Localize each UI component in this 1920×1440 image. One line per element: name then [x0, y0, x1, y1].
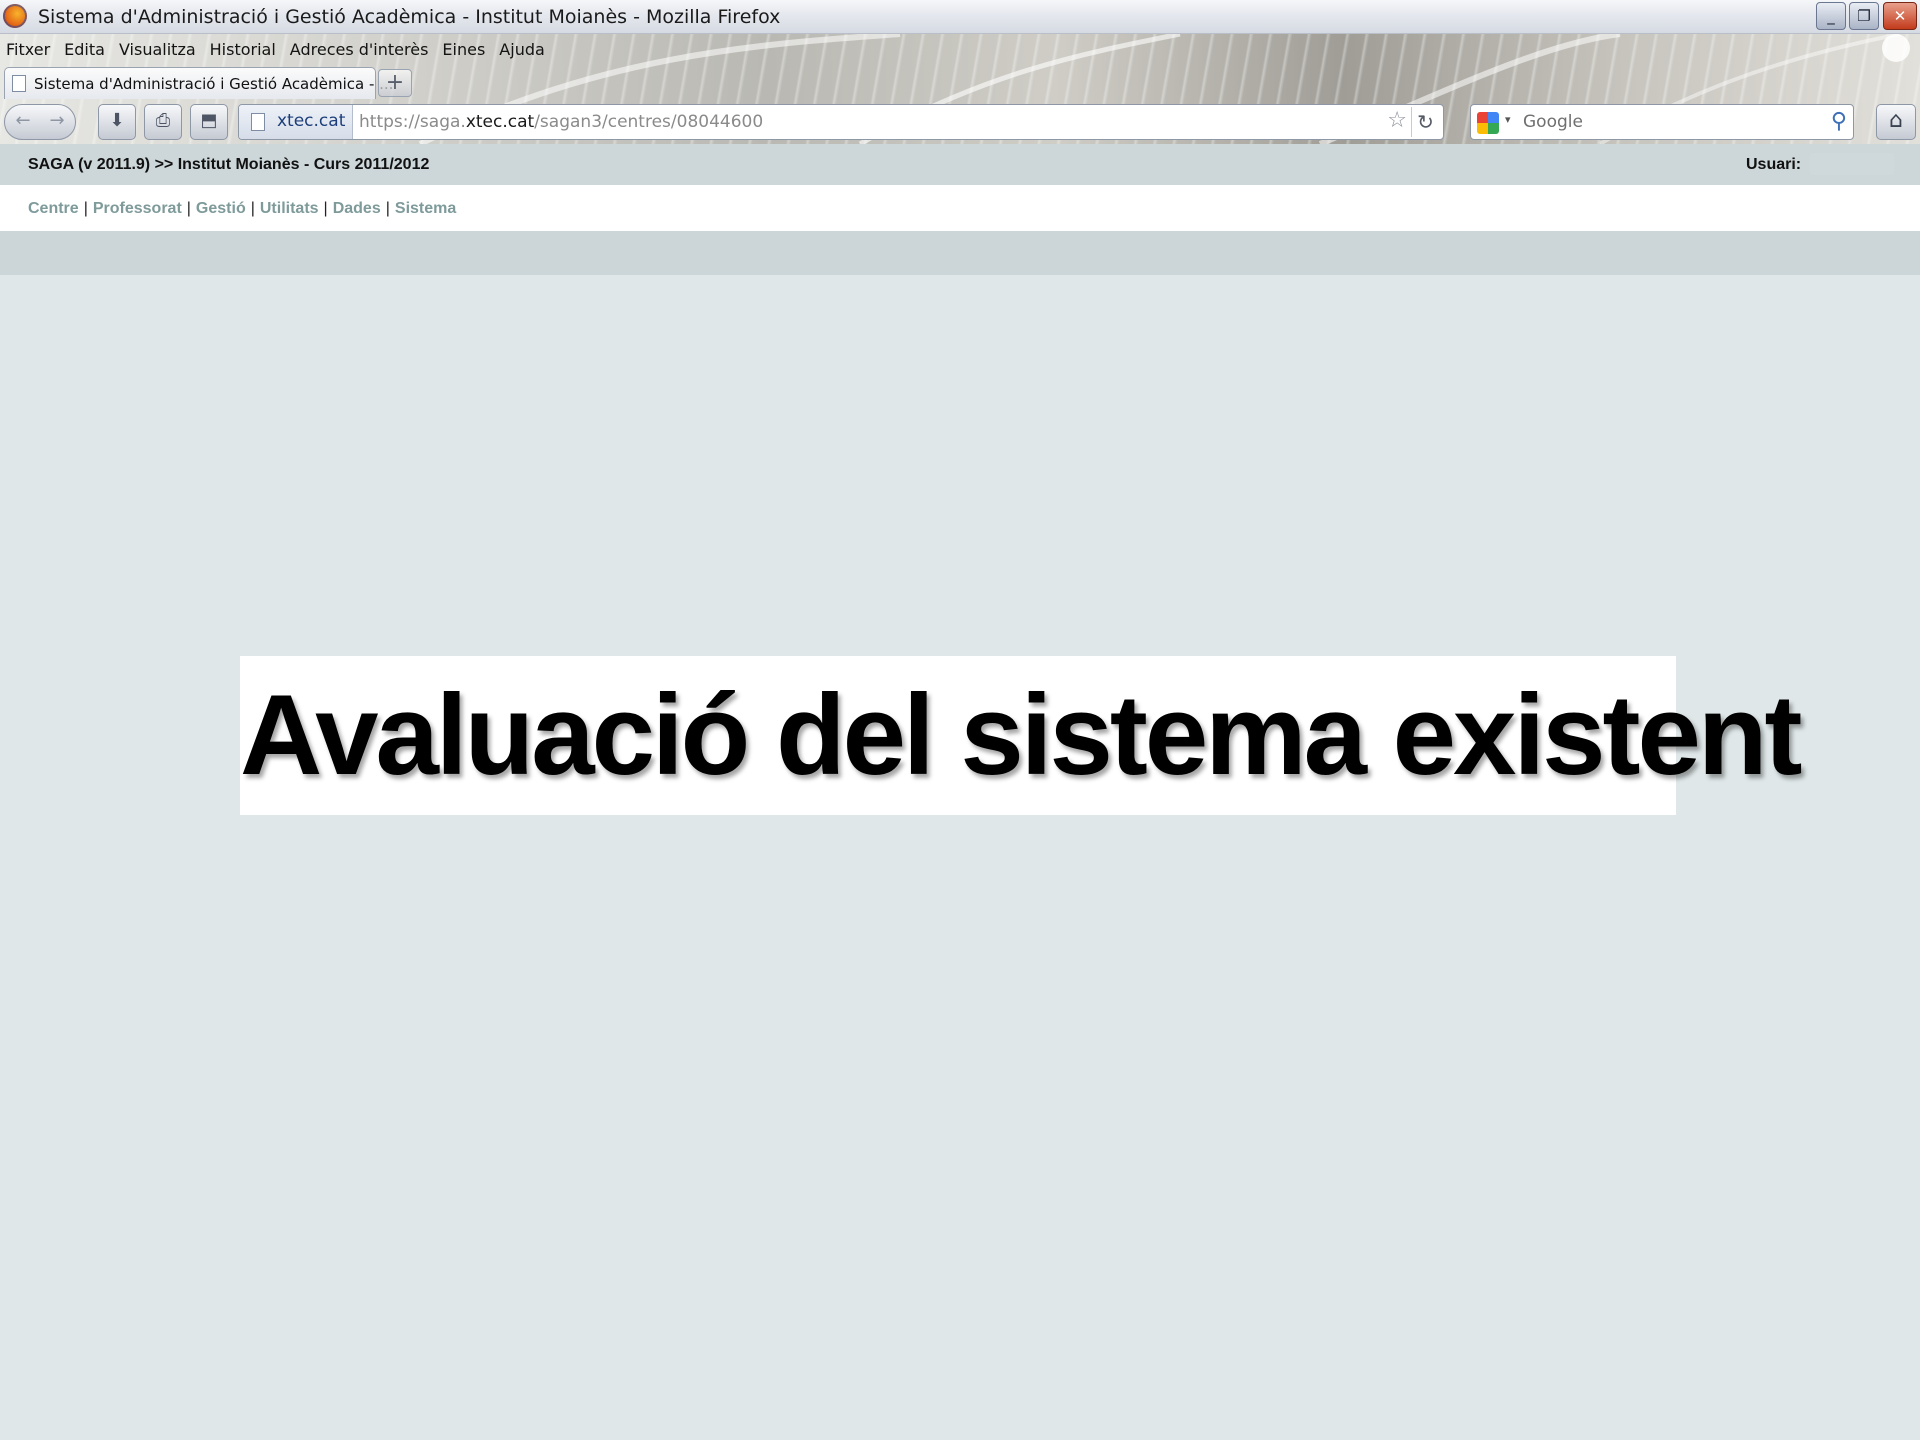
window-titlebar: Sistema d'Administració i Gestió Acadèmi…: [0, 0, 1920, 34]
menu-visualitza[interactable]: Visualitza: [113, 38, 204, 62]
site-identity-button[interactable]: xtec.cat: [239, 105, 353, 139]
browser-tab-active[interactable]: Sistema d'Administració i Gestió Acadèmi…: [4, 67, 393, 99]
nav-separator: |: [323, 200, 328, 217]
menu-fitxer[interactable]: Fitxer: [0, 38, 58, 62]
forward-button[interactable]: →: [40, 105, 74, 137]
bookmark-star-icon[interactable]: ☆: [1387, 108, 1407, 133]
print-icon[interactable]: ⎙: [144, 104, 182, 140]
nav-separator: |: [83, 200, 88, 217]
menu-adreces[interactable]: Adreces d'interès: [284, 38, 437, 62]
menu-bar: Fitxer Edita Visualitza Historial Adrece…: [0, 38, 553, 62]
menu-ajuda[interactable]: Ajuda: [493, 38, 553, 62]
saga-title: SAGA (v 2011.9) >> Institut Moianès - Cu…: [28, 156, 430, 173]
url-prefix: https://saga.: [359, 112, 466, 132]
back-forward-buttons: ← →: [4, 104, 76, 140]
saga-submenu-strip: [0, 231, 1920, 275]
reload-icon[interactable]: ↻: [1411, 107, 1439, 137]
browser-chrome: Fitxer Edita Visualitza Historial Adrece…: [0, 34, 1920, 144]
nav-professorat-link[interactable]: Professorat: [93, 200, 182, 217]
window-title: Sistema d'Administració i Gestió Acadèmi…: [38, 6, 781, 28]
menu-eines[interactable]: Eines: [436, 38, 493, 62]
nav-separator: |: [385, 200, 390, 217]
close-window-button[interactable]: ✕: [1883, 2, 1917, 30]
restore-button[interactable]: ❐: [1849, 2, 1879, 30]
menu-historial[interactable]: Historial: [204, 38, 284, 62]
nav-separator: |: [250, 200, 255, 217]
page-content: [0, 275, 1920, 1440]
search-icon[interactable]: ⚲: [1831, 109, 1847, 134]
slide-heading-box: Avaluació del sistema existent: [240, 656, 1803, 815]
google-engine-icon[interactable]: [1477, 112, 1499, 134]
screenshot-icon[interactable]: ⬒: [190, 104, 228, 140]
nav-dades-link[interactable]: Dades: [333, 200, 381, 217]
minimize-button[interactable]: _: [1816, 2, 1846, 30]
nav-separator: |: [186, 200, 191, 217]
user-label: Usuari:: [1746, 156, 1802, 173]
search-input[interactable]: Google: [1523, 112, 1583, 132]
url-domain: xtec.cat: [465, 112, 535, 132]
nav-utilitats-link[interactable]: Utilitats: [260, 200, 319, 217]
download-icon[interactable]: ⬇: [98, 104, 136, 140]
saga-nav-menu: Centre | Professorat | Gestió | Utilitats | Dade…: [0, 185, 1920, 231]
menu-edita[interactable]: Edita: [58, 38, 113, 62]
tab-label: Sistema d'Administració i Gestió Acadèmi…: [34, 75, 394, 93]
slide-heading: Avaluació del sistema existent: [240, 672, 1803, 799]
nav-centre-link[interactable]: Centre: [28, 200, 79, 217]
home-icon[interactable]: ⌂: [1876, 104, 1916, 140]
url-text[interactable]: https://saga.xtec.cat/sagan3/centres/080…: [359, 112, 763, 132]
site-identity-label: xtec.cat: [277, 111, 346, 131]
back-button[interactable]: ←: [6, 105, 40, 137]
saga-header: SAGA (v 2011.9) >> Institut Moianès - Cu…: [0, 144, 1920, 185]
page-icon: [12, 75, 26, 92]
engine-dropdown-icon[interactable]: ▾: [1505, 113, 1511, 126]
nav-sistema-link[interactable]: Sistema: [395, 200, 456, 217]
user-name-redacted: [1810, 153, 1894, 175]
search-bar[interactable]: ▾ Google ⚲: [1470, 104, 1854, 140]
page-icon: [251, 113, 265, 131]
nav-gestio-link[interactable]: Gestió: [196, 200, 246, 217]
new-tab-button[interactable]: +: [378, 69, 412, 97]
url-path: /sagan3/centres/08044600: [534, 112, 764, 132]
firefox-logo-icon: [3, 4, 27, 28]
url-bar[interactable]: xtec.cat https://saga.xtec.cat/sagan3/ce…: [238, 104, 1444, 140]
